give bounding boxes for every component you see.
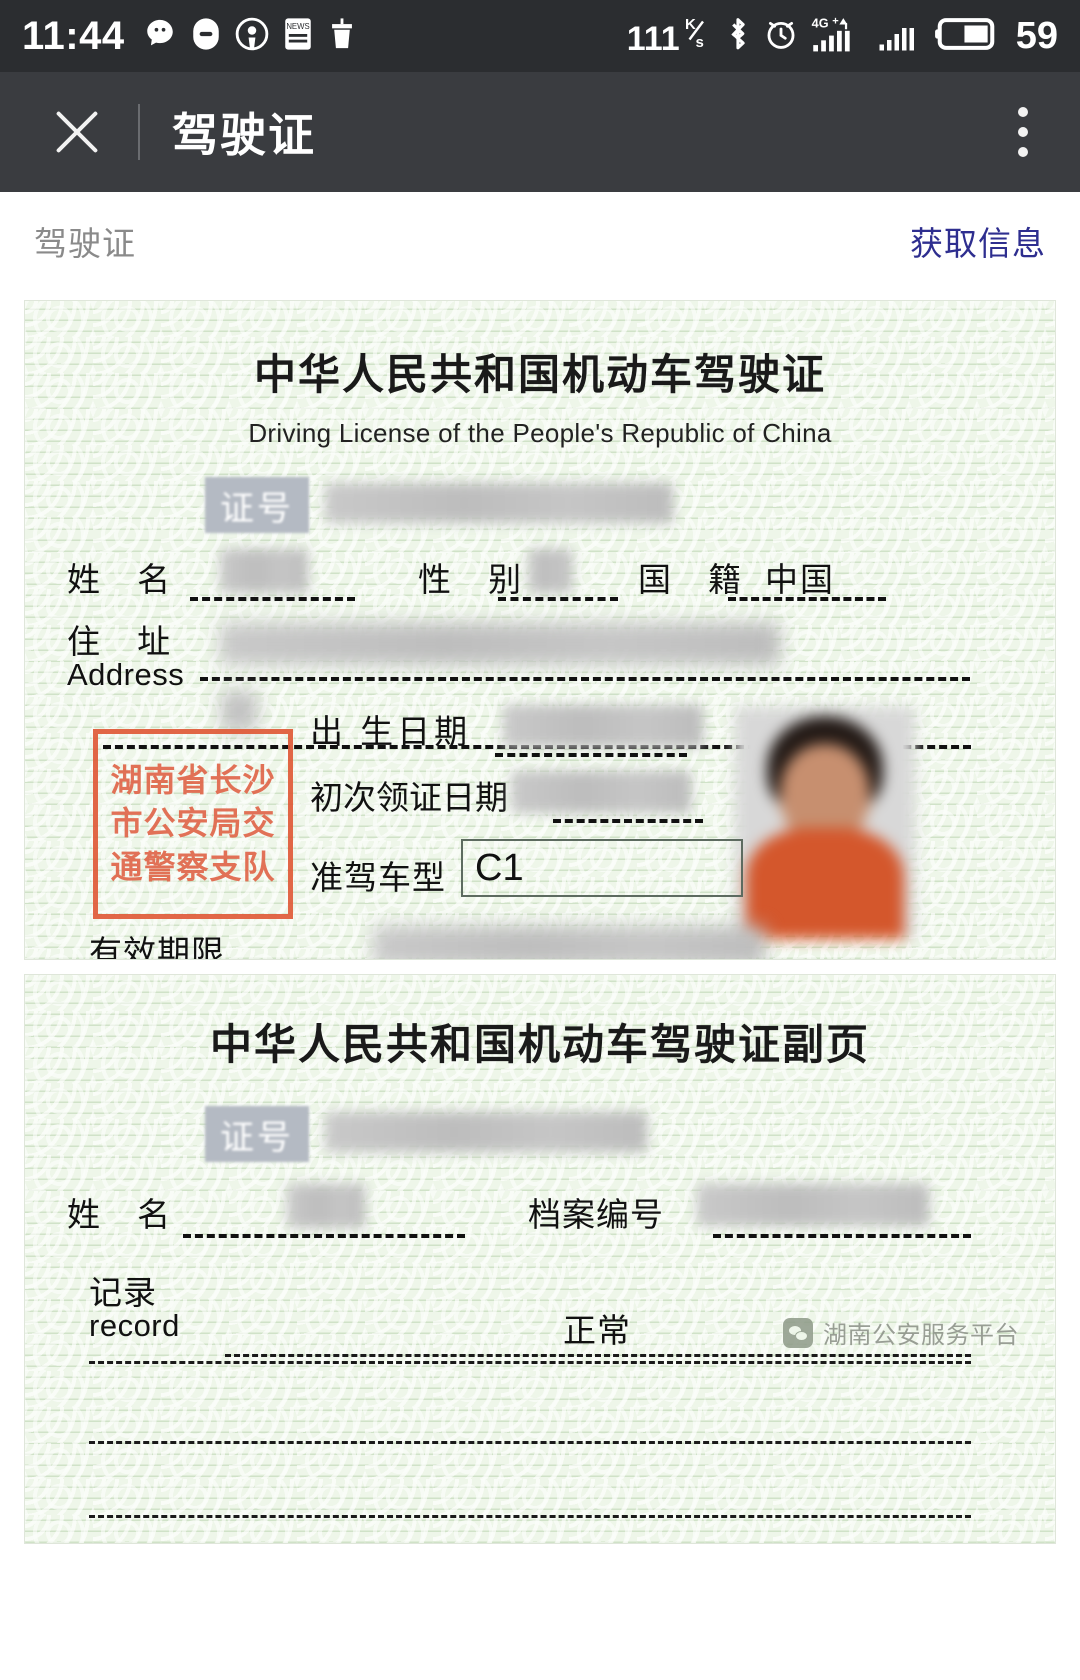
sex-value-redacted bbox=[528, 549, 572, 593]
record-blank-line-2 bbox=[89, 1441, 971, 1444]
sub-header: 驾驶证 获取信息 bbox=[0, 192, 1080, 290]
sub-license-number-row: 证号 bbox=[25, 1106, 1055, 1170]
validity-value-redacted bbox=[373, 926, 765, 959]
file-number-label: 档案编号 bbox=[528, 1196, 664, 1233]
file-number-underline bbox=[713, 1234, 971, 1238]
license-page: 中华人民共和国机动车驾驶证 Driving License of the Peo… bbox=[0, 300, 1080, 1544]
license-sub-title: 中华人民共和国机动车驾驶证副页 bbox=[209, 1021, 870, 1068]
name-value-redacted bbox=[220, 549, 308, 593]
validity-label: 有效期限 bbox=[89, 934, 225, 960]
license-number-value-redacted bbox=[325, 483, 673, 523]
first-issue-underline bbox=[553, 819, 703, 823]
vehicle-class-value-box: C1 bbox=[461, 839, 743, 897]
battery-icon bbox=[934, 17, 997, 56]
bluetooth-icon bbox=[725, 15, 751, 58]
message-icon bbox=[191, 17, 221, 56]
fetch-info-button[interactable]: 获取信息 bbox=[910, 217, 1046, 265]
first-issue-row: 初次领证日期 bbox=[25, 771, 1055, 831]
alarm-clock-icon bbox=[764, 17, 798, 56]
svg-text:s: s bbox=[695, 34, 703, 50]
network-speed-indicator: 111 Ks bbox=[627, 14, 712, 59]
vehicle-class-row: 准驾车型 C1 bbox=[25, 839, 1055, 909]
page-title: 驾驶证 bbox=[172, 109, 316, 161]
identity-row: 姓 名 性 别 国 籍 中国 bbox=[25, 549, 1055, 611]
sub-name-value-redacted bbox=[287, 1184, 365, 1228]
sub-name-underline bbox=[183, 1234, 465, 1238]
svg-text:4G: 4G bbox=[811, 16, 828, 30]
signal-bars-icon bbox=[876, 16, 922, 57]
battery-percent-label: 59 bbox=[1015, 14, 1058, 57]
birth-date-row: 出 生日期 bbox=[25, 705, 1055, 765]
sex-label: 性 别 bbox=[418, 561, 536, 598]
news-icon: NEWS bbox=[283, 17, 313, 56]
name-underline bbox=[190, 597, 355, 601]
svg-text:K: K bbox=[685, 16, 696, 33]
file-number-value-redacted bbox=[697, 1184, 929, 1226]
vehicle-class-label: 准驾车型 bbox=[310, 859, 446, 896]
status-bar: 11:44 NEWS 111 Ks 4G + 59 bbox=[0, 0, 1080, 72]
record-label: 记录 bbox=[89, 1274, 157, 1311]
address-label-english: Address bbox=[67, 657, 185, 692]
record-label-english: record bbox=[89, 1308, 180, 1343]
address-underline-1 bbox=[200, 677, 970, 681]
nav-divider bbox=[138, 104, 140, 160]
wechat-official-account-icon bbox=[783, 1317, 813, 1348]
signal-4g-plus-icon: 4G + bbox=[811, 15, 863, 58]
license-main-card: 中华人民共和国机动车驾驶证 Driving License of the Peo… bbox=[24, 300, 1056, 960]
vehicle-class-value: C1 bbox=[475, 846, 524, 889]
license-number-row: 证号 bbox=[25, 477, 1055, 539]
record-blank-line-1 bbox=[89, 1361, 971, 1364]
app-nav-bar: 驾驶证 bbox=[0, 72, 1080, 192]
close-icon[interactable] bbox=[48, 103, 106, 161]
more-options-icon[interactable] bbox=[1018, 107, 1028, 157]
status-bar-clock: 11:44 bbox=[22, 13, 125, 58]
network-speed-unit: Ks bbox=[682, 14, 712, 54]
watermark-badge: 湖南公安服务平台 bbox=[783, 1315, 1019, 1350]
name-label: 姓 名 bbox=[67, 561, 185, 598]
birth-date-underline bbox=[495, 753, 687, 757]
license-title: 中华人民共和国机动车驾驶证 bbox=[253, 351, 826, 398]
license-title-english: Driving License of the People's Republic… bbox=[248, 418, 832, 448]
license-number-tag: 证号 bbox=[205, 477, 309, 533]
nationality-underline bbox=[728, 597, 886, 601]
first-issue-value-redacted bbox=[511, 771, 691, 813]
record-value: 正常 bbox=[563, 1312, 631, 1349]
record-blank-line-3 bbox=[89, 1515, 971, 1518]
record-underline bbox=[225, 1354, 971, 1357]
sub-license-number-value-redacted bbox=[325, 1112, 647, 1152]
license-sub-card: 中华人民共和国机动车驾驶证副页 证号 姓 名 档案编号 记录 record 正常 bbox=[24, 974, 1056, 1544]
network-speed-value: 111 bbox=[626, 19, 680, 58]
podcast-icon bbox=[235, 17, 269, 56]
first-issue-label: 初次领证日期 bbox=[310, 779, 508, 816]
sub-license-number-tag: 证号 bbox=[205, 1106, 309, 1162]
birth-date-label: 出 生日期 bbox=[310, 713, 472, 750]
address-label: 住 址 bbox=[67, 623, 185, 660]
svg-text:+: + bbox=[832, 15, 839, 27]
status-bar-system-icons: 111 Ks 4G + 59 bbox=[627, 14, 1058, 59]
address-value-redacted-line1 bbox=[220, 623, 780, 665]
chat-bubble-icon bbox=[143, 17, 177, 56]
cleaner-icon bbox=[327, 17, 357, 56]
sub-name-label: 姓 名 bbox=[67, 1196, 185, 1233]
sub-identity-row: 姓 名 档案编号 bbox=[25, 1184, 1055, 1250]
sub-header-title: 驾驶证 bbox=[34, 225, 136, 262]
svg-text:NEWS: NEWS bbox=[286, 22, 309, 31]
validity-row: 有效期限 bbox=[25, 926, 1055, 960]
nationality-label: 国 籍 bbox=[638, 561, 756, 598]
status-bar-notification-icons: NEWS bbox=[143, 17, 357, 56]
sex-underline bbox=[498, 597, 618, 601]
birth-date-value-redacted bbox=[503, 705, 703, 747]
nationality-value: 中国 bbox=[765, 561, 835, 598]
watermark-text: 湖南公安服务平台 bbox=[823, 1322, 1019, 1349]
